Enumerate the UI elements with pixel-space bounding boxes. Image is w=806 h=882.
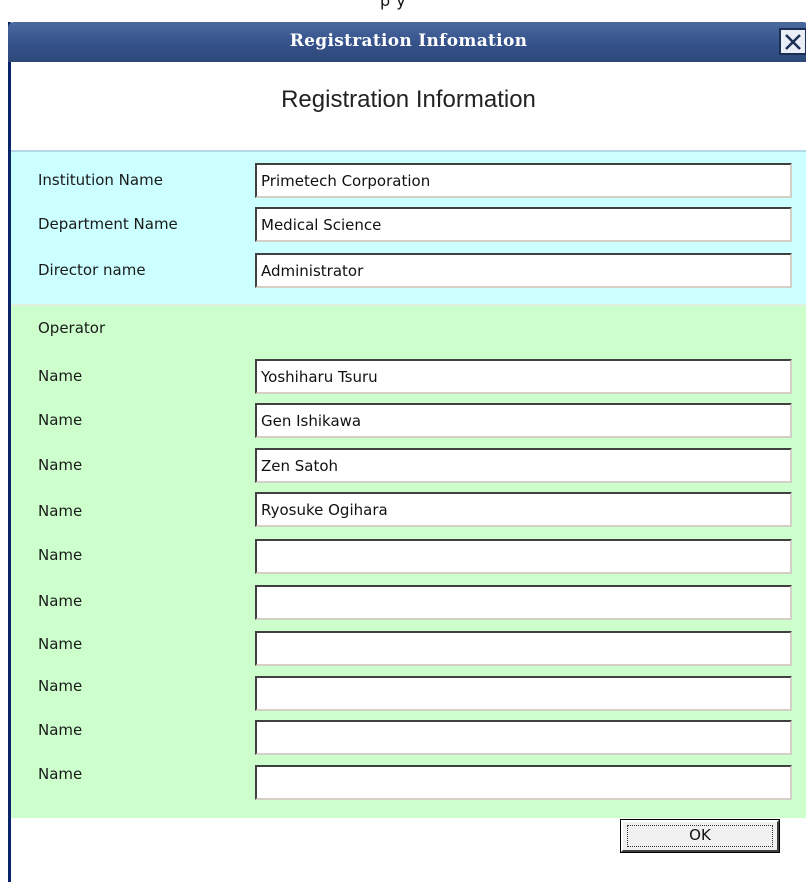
- operator-name-field[interactable]: Yoshiharu Tsuru: [255, 359, 792, 394]
- operator-name-field[interactable]: [255, 539, 792, 574]
- institution-name-field[interactable]: Primetech Corporation: [255, 163, 792, 198]
- operator-name-label: Name: [38, 411, 83, 429]
- close-icon: [785, 33, 801, 50]
- window-title: Registration Infomation: [289, 31, 528, 51]
- operator-name-field[interactable]: [255, 765, 792, 800]
- operator-name-field[interactable]: Ryosuke Ogihara: [255, 492, 792, 527]
- operator-name-field[interactable]: Zen Satoh: [255, 448, 792, 483]
- registration-dialog: Registration Infomation Registration Inf…: [8, 22, 806, 882]
- operator-name-label: Name: [38, 456, 83, 474]
- operator-section-label: Operator: [38, 319, 106, 337]
- operator-section: Operator Name Yoshiharu Tsuru Name Gen I…: [11, 304, 806, 818]
- operator-name-field[interactable]: [255, 676, 792, 711]
- operator-name-field[interactable]: [255, 631, 792, 666]
- institution-name-label: Institution Name: [38, 171, 163, 189]
- operator-name-field[interactable]: Gen Ishikawa: [255, 403, 792, 438]
- department-name-label: Department Name: [38, 215, 178, 233]
- operator-name-label: Name: [38, 367, 83, 385]
- close-button[interactable]: [779, 28, 806, 55]
- institution-section: Institution Name Primetech Corporation D…: [11, 150, 806, 308]
- operator-name-label: Name: [38, 635, 83, 653]
- department-name-field[interactable]: Medical Science: [255, 207, 792, 242]
- cropped-background-text: p y: [380, 0, 407, 10]
- operator-name-label: Name: [38, 765, 83, 783]
- title-bar[interactable]: Registration Infomation: [8, 22, 806, 62]
- operator-name-label: Name: [38, 677, 83, 695]
- ok-button[interactable]: OK: [620, 819, 780, 853]
- operator-name-label: Name: [38, 502, 83, 520]
- operator-name-label: Name: [38, 546, 83, 564]
- director-name-field[interactable]: Administrator: [255, 253, 792, 288]
- operator-name-field[interactable]: [255, 585, 792, 620]
- dialog-heading: Registration Information: [281, 86, 536, 113]
- ok-button-label: OK: [627, 825, 773, 847]
- operator-name-field[interactable]: [255, 720, 792, 755]
- director-name-label: Director name: [38, 261, 146, 279]
- operator-name-label: Name: [38, 592, 83, 610]
- operator-name-label: Name: [38, 721, 83, 739]
